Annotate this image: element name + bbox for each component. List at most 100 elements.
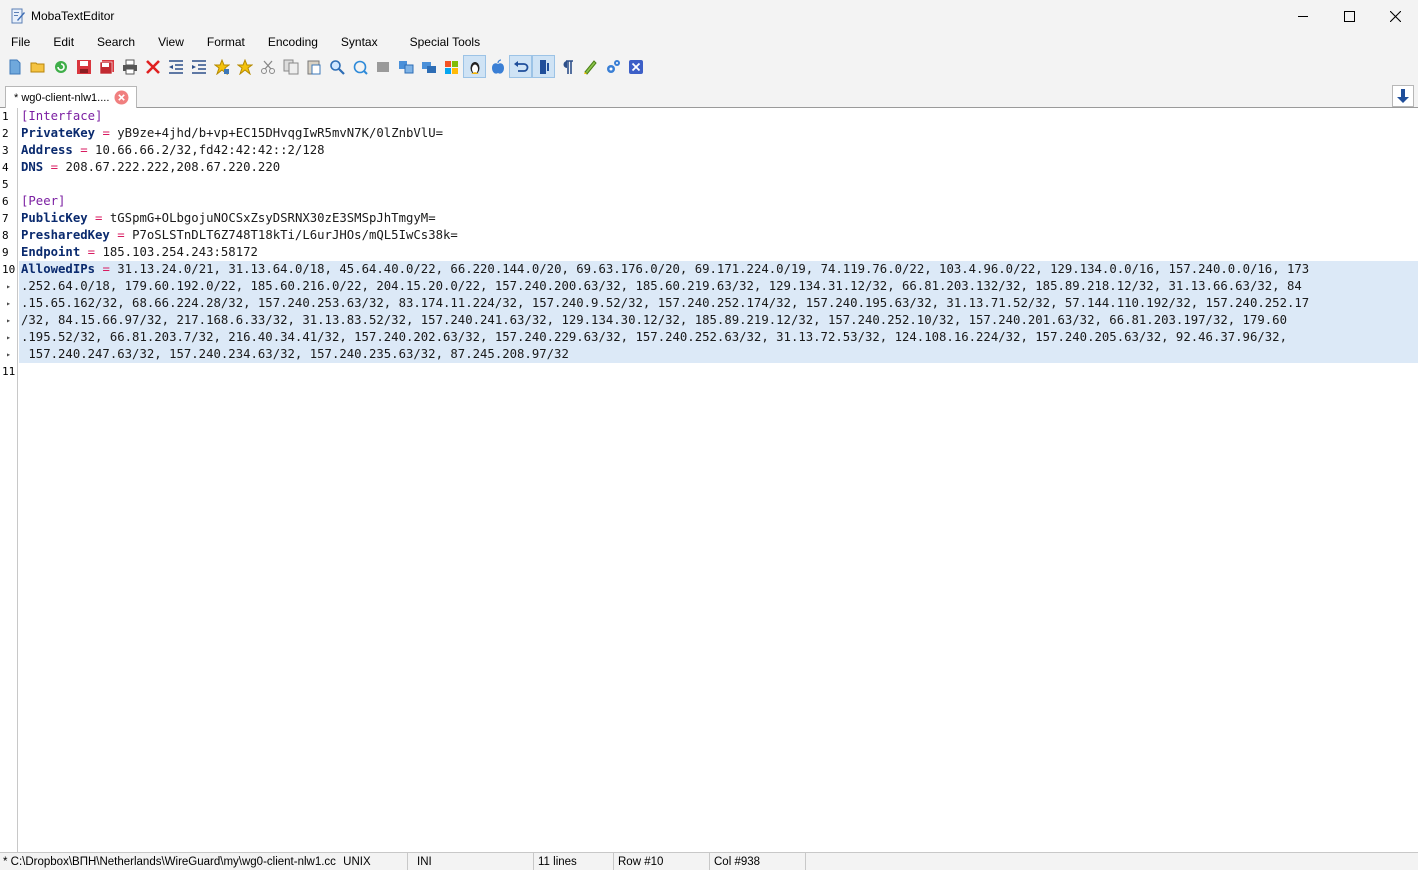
status-row: Row #10 <box>614 852 710 870</box>
add-bookmark-icon <box>213 58 230 75</box>
settings-button[interactable] <box>601 55 624 78</box>
line-number: 3 <box>2 144 9 157</box>
exit-icon <box>628 59 643 74</box>
undo-button[interactable] <box>509 55 532 78</box>
editor-line[interactable] <box>19 363 1418 380</box>
wrap-indicator: ▸ <box>6 299 11 308</box>
indent-button[interactable] <box>187 55 210 78</box>
config-key: Address <box>21 143 73 157</box>
editor-line[interactable]: Endpoint = 185.103.254.243:58172 <box>19 244 1418 261</box>
menu-view[interactable]: View <box>158 35 184 49</box>
new-file-icon <box>9 59 20 74</box>
tab-file[interactable]: * wg0-client-nlw1.... <box>5 86 137 108</box>
word-wrap-button[interactable] <box>532 55 555 78</box>
assignment-operator: = <box>43 160 66 174</box>
menu-file[interactable]: File <box>11 35 30 49</box>
reload-button[interactable] <box>49 55 72 78</box>
linux-eol-button[interactable] <box>463 55 486 78</box>
open-folder-icon <box>30 62 44 72</box>
editor-line[interactable]: AllowedIPs = 31.13.24.0/21, 31.13.64.0/1… <box>19 261 1418 278</box>
editor-line[interactable]: [Peer] <box>19 193 1418 210</box>
menu-special-tools[interactable]: Special Tools <box>410 35 481 49</box>
wrap-indicator: ▸ <box>6 333 11 342</box>
open-button[interactable] <box>26 55 49 78</box>
windows-eol-button[interactable] <box>440 55 463 78</box>
mac-eol-button[interactable] <box>486 55 509 78</box>
add-bookmark-button[interactable] <box>210 55 233 78</box>
config-key: PresharedKey <box>21 228 110 242</box>
bookmark-button[interactable] <box>233 55 256 78</box>
line-number-gutter: 1 2 3 4 5 6 7 8 9 10 ▸ ▸ ▸ ▸ ▸ 11 <box>0 108 18 852</box>
select-all-button[interactable] <box>371 55 394 78</box>
editor-line[interactable]: .252.64.0/18, 179.60.192.0/22, 185.60.21… <box>19 278 1418 295</box>
config-value: yB9ze+4jhd/b+vp+EC15DHvqgIwR5mvN7K/0lZnb… <box>117 126 444 140</box>
print-button[interactable] <box>118 55 141 78</box>
scroll-to-end-button[interactable] <box>1392 85 1414 107</box>
section-header: [Interface] <box>21 109 103 123</box>
sync-button[interactable] <box>417 55 440 78</box>
config-key: AllowedIPs <box>21 262 96 276</box>
maximize-button[interactable] <box>1326 0 1372 32</box>
indent-icon <box>191 59 206 74</box>
save-all-icon <box>99 59 114 74</box>
close-window-button[interactable] <box>1372 0 1418 32</box>
editor-line[interactable]: PublicKey = tGSpmG+OLbgojuNOCSxZsyDSRNX3… <box>19 210 1418 227</box>
editor-line[interactable]: .195.52/32, 66.81.203.7/32, 216.40.34.41… <box>19 329 1418 346</box>
find-icon <box>329 59 345 75</box>
exit-button[interactable] <box>624 55 647 78</box>
copy-button[interactable] <box>279 55 302 78</box>
highlight-button[interactable] <box>578 55 601 78</box>
assignment-operator: = <box>95 126 118 140</box>
find-button[interactable] <box>325 55 348 78</box>
menu-edit[interactable]: Edit <box>53 35 74 49</box>
toolbar <box>0 52 1418 81</box>
wrap-indicator: ▸ <box>6 316 11 325</box>
editor-line[interactable]: [Interface] <box>19 108 1418 125</box>
text-content[interactable]: [Interface] PrivateKey = yB9ze+4jhd/b+vp+… <box>19 108 1418 852</box>
replace-icon <box>353 60 368 75</box>
editor-line[interactable]: 157.240.247.63/32, 157.240.234.63/32, 15… <box>19 346 1418 363</box>
editor-area[interactable]: 1 2 3 4 5 6 7 8 9 10 ▸ ▸ ▸ ▸ ▸ 11 [Interface] PrivateKey… <box>0 108 1418 852</box>
editor-line[interactable]: /32, 84.15.66.97/32, 217.168.6.33/32, 31… <box>19 312 1418 329</box>
word-wrap-icon <box>539 59 549 74</box>
new-file-button[interactable] <box>3 55 26 78</box>
status-bar: * C:\Dropbox\ВПН\Netherlands\WireGuard\m… <box>0 852 1418 870</box>
editor-line[interactable]: PrivateKey = yB9ze+4jhd/b+vp+EC15DHvqgIw… <box>19 125 1418 142</box>
editor-line[interactable]: .15.65.162/32, 68.66.224.28/32, 157.240.… <box>19 295 1418 312</box>
save-icon <box>76 59 91 74</box>
paste-button[interactable] <box>302 55 325 78</box>
minimize-button[interactable] <box>1280 0 1326 32</box>
config-value: .252.64.0/18, 179.60.192.0/22, 185.60.21… <box>21 279 1302 293</box>
menu-encoding[interactable]: Encoding <box>268 35 318 49</box>
save-button[interactable] <box>72 55 95 78</box>
editor-line[interactable] <box>19 176 1418 193</box>
line-number: 1 <box>2 110 9 123</box>
unindent-button[interactable] <box>164 55 187 78</box>
config-value: .195.52/32, 66.81.203.7/32, 216.40.34.41… <box>21 330 1287 344</box>
cut-button[interactable] <box>256 55 279 78</box>
editor-line[interactable]: PresharedKey = P7oSLSTnDLT6Z748T18kTi/L6… <box>19 227 1418 244</box>
compare-button[interactable] <box>394 55 417 78</box>
replace-button[interactable] <box>348 55 371 78</box>
editor-line[interactable]: Address = 10.66.66.2/32,fd42:42:42::2/12… <box>19 142 1418 159</box>
menu-format[interactable]: Format <box>207 35 245 49</box>
status-path: * C:\Dropbox\ВПН\Netherlands\WireGuard\m… <box>0 852 408 870</box>
line-number: 9 <box>2 246 9 259</box>
menu-search[interactable]: Search <box>97 35 135 49</box>
menu-syntax[interactable]: Syntax <box>341 35 378 49</box>
compare-icon <box>398 60 413 73</box>
show-symbols-button[interactable] <box>555 55 578 78</box>
close-file-button[interactable] <box>141 55 164 78</box>
config-key: PrivateKey <box>21 126 96 140</box>
tab-close-icon[interactable] <box>114 90 129 105</box>
status-file-path: * C:\Dropbox\ВПН\Netherlands\WireGuard\m… <box>3 855 336 868</box>
editor-line[interactable]: DNS = 208.67.222.222,208.67.220.220 <box>19 159 1418 176</box>
select-all-icon <box>376 61 389 72</box>
cut-icon <box>260 60 275 74</box>
config-key: Endpoint <box>21 245 81 259</box>
paste-icon <box>307 60 320 74</box>
config-value: 208.67.222.222,208.67.220.220 <box>65 160 281 174</box>
wrap-indicator: ▸ <box>6 350 11 359</box>
assignment-operator: = <box>95 262 118 276</box>
save-all-button[interactable] <box>95 55 118 78</box>
